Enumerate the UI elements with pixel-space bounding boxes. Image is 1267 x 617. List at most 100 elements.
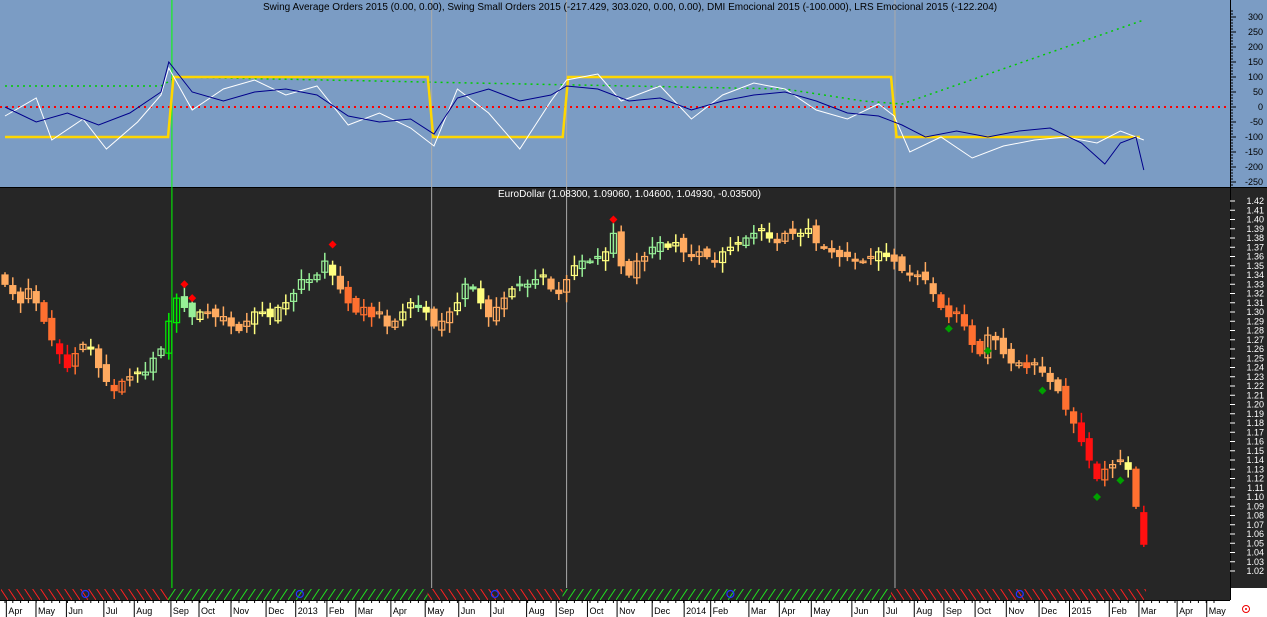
y-tick-label: 200 <box>1248 42 1263 52</box>
candle-body <box>368 306 376 318</box>
x-tick-label: 2013 <box>298 606 318 616</box>
x-tick-label: May <box>427 606 445 616</box>
candle <box>352 295 360 315</box>
x-tick-label: Jun <box>68 606 83 616</box>
candle-body <box>180 296 188 308</box>
candle-body <box>1093 463 1101 480</box>
candle <box>937 292 945 311</box>
x-tick-label: Oct <box>589 606 604 616</box>
candle-body <box>40 302 48 322</box>
candle-body <box>835 249 844 258</box>
candle-body <box>617 231 625 267</box>
y-tick-label: -50 <box>1250 117 1263 127</box>
candle-body <box>789 228 797 234</box>
candle-body <box>9 285 17 295</box>
y-tick-label: -200 <box>1245 162 1263 172</box>
candle-body <box>235 323 243 332</box>
regime-band <box>1 589 1147 600</box>
chart-canvas[interactable]: 300250200150100500-50-100-150-200-2501.4… <box>0 0 1267 617</box>
candle <box>547 276 555 292</box>
x-tick-label: May <box>813 606 831 616</box>
candle-body <box>679 237 688 253</box>
candle-body <box>1007 348 1015 364</box>
candle-body <box>1077 422 1086 443</box>
candle-body <box>625 260 633 276</box>
candle-body <box>1023 362 1031 369</box>
candle-body <box>828 248 836 253</box>
candle-body <box>555 289 563 295</box>
x-tick-label: Oct <box>201 606 216 616</box>
candle-body <box>1038 366 1047 373</box>
candle-body <box>773 238 781 244</box>
y-tick-label: 50 <box>1253 87 1263 97</box>
candle <box>898 254 906 274</box>
candle <box>625 258 633 278</box>
candle-body <box>469 286 477 290</box>
candle-body <box>765 232 774 239</box>
price-title: EuroDollar (1.08300, 1.09060, 1.04600, 1… <box>498 189 761 200</box>
y-tick-label: 150 <box>1248 57 1263 67</box>
candle-body <box>1046 372 1054 382</box>
x-tick-label: Sep <box>173 606 189 616</box>
x-tick-label: Dec <box>268 606 285 616</box>
x-tick-label: Dec <box>654 606 671 616</box>
candle <box>430 306 438 329</box>
x-tick-label: 2014 <box>686 606 706 616</box>
candle <box>1 272 9 288</box>
y-tick-label: 0 <box>1258 102 1263 112</box>
candle-body <box>227 317 235 327</box>
candle-body <box>890 254 898 262</box>
candle-body <box>843 251 852 258</box>
candle-body <box>921 271 930 281</box>
x-tick-label: Jul <box>106 606 118 616</box>
x-tick-label: May <box>1209 606 1227 616</box>
candle-body <box>485 299 493 318</box>
candle-body <box>32 291 40 304</box>
candle-body <box>968 325 976 345</box>
candle-body <box>1124 462 1132 470</box>
candle-body <box>1 274 9 285</box>
candle-body <box>820 246 828 249</box>
x-tick-label: Mar <box>1141 606 1157 616</box>
candle-body <box>55 343 64 355</box>
candle-body <box>960 314 969 327</box>
candle-body <box>882 252 891 258</box>
candle-body <box>414 304 422 308</box>
candle-body <box>48 317 56 341</box>
candle-body <box>110 384 118 392</box>
candle-body <box>547 278 555 290</box>
candle-body <box>102 364 111 382</box>
candle-body <box>329 264 337 276</box>
candle-body <box>851 258 859 262</box>
price-panel[interactable] <box>0 188 1230 588</box>
candle-body <box>991 335 1000 341</box>
y-tick-label: 300 <box>1248 12 1263 22</box>
candle-body <box>188 302 196 318</box>
candle-body <box>1054 379 1062 392</box>
x-tick-label: Nov <box>233 606 250 616</box>
candle-body <box>812 225 820 244</box>
candle-body <box>430 308 438 327</box>
candle-body <box>63 354 72 369</box>
x-tick-label: May <box>38 606 56 616</box>
candle-body <box>422 306 430 313</box>
x-tick-label: Sep <box>558 606 574 616</box>
x-tick-label: Dec <box>1041 606 1058 616</box>
candle-body <box>906 272 914 276</box>
x-tick-label: Jun <box>854 606 869 616</box>
candle-body <box>212 308 220 318</box>
x-tick-label: Aug <box>136 606 152 616</box>
x-tick-label: Sep <box>946 606 962 616</box>
candle-body <box>898 256 906 271</box>
candle-body <box>1085 438 1093 461</box>
candle-body <box>999 337 1008 355</box>
x-tick-label: Nov <box>619 606 636 616</box>
y-tick-label: 250 <box>1248 27 1263 37</box>
x-tick-label: Feb <box>1111 606 1127 616</box>
x-tick-label: Apr <box>8 606 22 616</box>
x-tick-label: Oct <box>977 606 992 616</box>
candle-body <box>1069 411 1078 424</box>
candle-body <box>266 308 274 318</box>
y-tick-label: 1.02 <box>1246 566 1264 576</box>
candle-body <box>17 291 25 304</box>
